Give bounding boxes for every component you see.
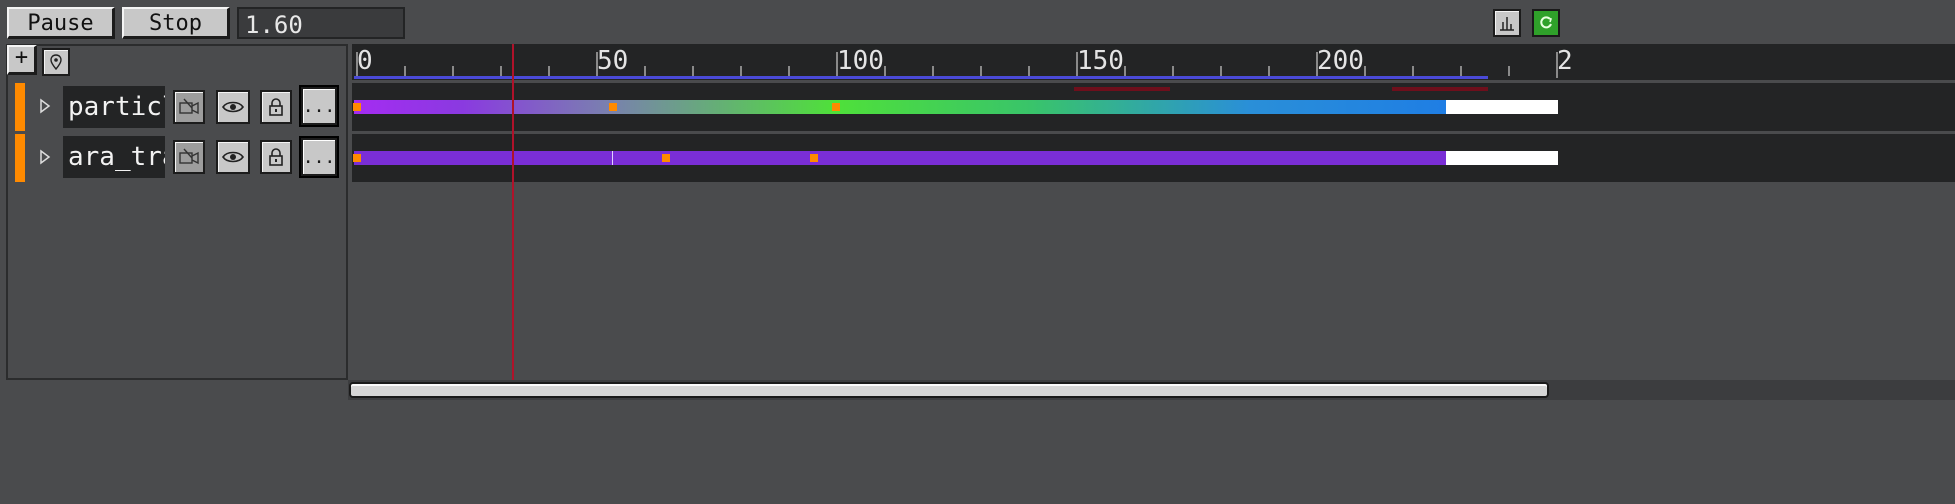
add-track-button[interactable]: + <box>7 45 37 75</box>
pause-button[interactable]: Pause <box>7 7 115 39</box>
scrollbar-thumb[interactable] <box>349 382 1549 398</box>
keyframe[interactable] <box>353 154 361 162</box>
track-name-field[interactable]: ara_tra <box>63 136 165 178</box>
track-color-stripe <box>15 83 25 131</box>
keyframe[interactable] <box>662 154 670 162</box>
keyframe[interactable] <box>810 154 818 162</box>
ruler-label: 50 <box>597 46 629 76</box>
more-options-button[interactable]: ... <box>301 138 337 176</box>
eye-icon[interactable] <box>216 140 250 174</box>
stop-button[interactable]: Stop <box>122 7 230 39</box>
keyframe[interactable] <box>353 103 361 111</box>
ruler-label: 150 <box>1077 46 1124 76</box>
map-pin-icon[interactable] <box>42 48 70 76</box>
lock-icon[interactable] <box>260 90 292 124</box>
ruler-label: 200 <box>1317 46 1364 76</box>
track-name-field[interactable]: particle <box>63 86 165 128</box>
curve-graph-icon[interactable] <box>1493 9 1521 37</box>
sync-icon[interactable] <box>1532 9 1560 37</box>
timeline-lane[interactable] <box>352 134 1955 182</box>
camera-icon[interactable] <box>173 90 205 124</box>
clip-bar[interactable] <box>354 100 1446 114</box>
ruler-label: 0 <box>357 46 373 76</box>
keyframe[interactable] <box>832 103 840 111</box>
range-bar <box>354 76 1488 79</box>
track-color-stripe <box>15 134 25 182</box>
time-input[interactable]: 1.60 <box>237 7 405 39</box>
eye-icon[interactable] <box>216 90 250 124</box>
ruler-label: 100 <box>837 46 884 76</box>
clip-tail <box>1446 151 1558 165</box>
lock-icon[interactable] <box>260 140 292 174</box>
camera-icon[interactable] <box>173 140 205 174</box>
marker-range <box>1392 87 1488 91</box>
keyframe[interactable] <box>609 103 617 111</box>
expand-arrow-icon[interactable] <box>37 98 53 114</box>
clip-split-line <box>612 151 613 165</box>
marker-range <box>1074 87 1170 91</box>
playhead[interactable] <box>512 44 514 380</box>
expand-arrow-icon[interactable] <box>37 149 53 165</box>
clip-tail <box>1446 100 1558 114</box>
clip-bar[interactable] <box>354 151 1446 165</box>
more-options-button[interactable]: ... <box>301 87 337 125</box>
ruler-label: 2 <box>1557 46 1573 76</box>
timeline-lane[interactable] <box>352 83 1955 131</box>
timeline-ruler[interactable]: 0 50 100 150 200 2 <box>352 44 1955 80</box>
